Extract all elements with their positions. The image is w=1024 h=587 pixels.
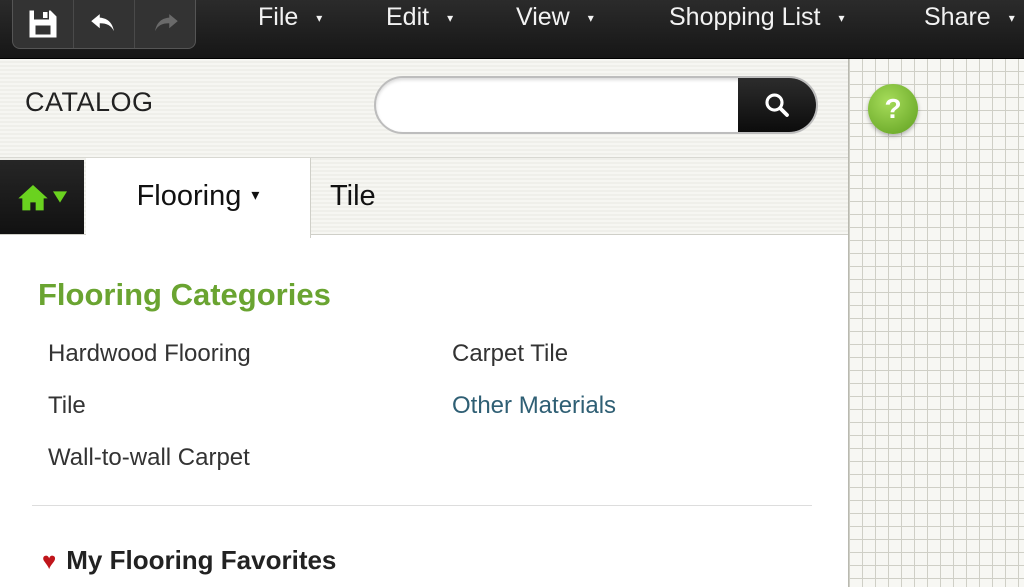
search-icon — [765, 93, 789, 117]
home-tab[interactable] — [0, 160, 84, 234]
search-button[interactable] — [738, 78, 816, 132]
divider — [32, 505, 812, 506]
caret-down-icon: ▾ — [251, 187, 260, 204]
catalog-header: CATALOG — [0, 59, 848, 157]
menu-edit-label: Edit — [386, 3, 430, 31]
tab-flooring[interactable]: Flooring ▾ — [86, 158, 311, 238]
favorites-label: My Flooring Favorites — [66, 545, 337, 575]
menu-file-label: File — [258, 3, 299, 31]
help-button[interactable]: ? — [868, 84, 918, 134]
heart-icon: ♥ — [42, 548, 57, 575]
category-carpet-tile[interactable]: Carpet Tile — [452, 340, 568, 368]
section-title: Flooring Categories — [38, 277, 331, 312]
undo-icon — [91, 14, 114, 32]
menu-share-label: Share — [924, 3, 991, 31]
redo-button[interactable] — [135, 0, 195, 48]
save-button[interactable] — [13, 0, 74, 48]
caret-down-icon: ▾ — [587, 11, 594, 25]
catalog-panel: CATALOG Flooring ▾ Tile Flooring Categori — [0, 59, 848, 587]
menu-view[interactable]: View ▾ — [516, 0, 594, 34]
caret-down-icon: ▾ — [1008, 11, 1015, 25]
caret-down-icon: ▾ — [447, 11, 454, 25]
tab-tile[interactable]: Tile — [330, 158, 376, 234]
catalog-title: CATALOG — [25, 87, 154, 117]
category-hardwood-flooring[interactable]: Hardwood Flooring — [48, 340, 251, 368]
search-box — [374, 76, 818, 134]
caret-down-icon — [53, 191, 67, 203]
floppy-disk-icon — [29, 10, 57, 38]
search-input[interactable] — [390, 84, 734, 126]
caret-down-icon: ▾ — [838, 11, 845, 25]
category-other-materials[interactable]: Other Materials — [452, 392, 616, 420]
menu-shopping-list-label: Shopping List — [669, 3, 821, 31]
menubar: File ▾ Edit ▾ View ▾ Shopping List ▾ Share ▾ — [0, 0, 1024, 59]
catalog-tabs: Flooring ▾ Tile — [0, 157, 848, 238]
design-canvas-grid[interactable] — [848, 59, 1024, 587]
category-wall-to-wall-carpet[interactable]: Wall-to-wall Carpet — [48, 444, 250, 472]
home-icon — [18, 185, 48, 211]
menu-shopping-list[interactable]: Shopping List ▾ — [669, 0, 845, 34]
category-tile[interactable]: Tile — [48, 392, 86, 420]
menu-file[interactable]: File ▾ — [258, 0, 322, 34]
undo-button[interactable] — [74, 0, 135, 48]
toolbar-group — [12, 0, 196, 49]
redo-icon — [155, 14, 178, 32]
menu-share[interactable]: Share ▾ — [924, 0, 1015, 34]
menu-view-label: View — [516, 3, 570, 31]
tab-flooring-label: Flooring — [136, 180, 242, 212]
my-flooring-favorites[interactable]: ♥ My Flooring Favorites — [42, 545, 336, 576]
menu-edit[interactable]: Edit ▾ — [386, 0, 453, 34]
caret-down-icon: ▾ — [316, 11, 323, 25]
